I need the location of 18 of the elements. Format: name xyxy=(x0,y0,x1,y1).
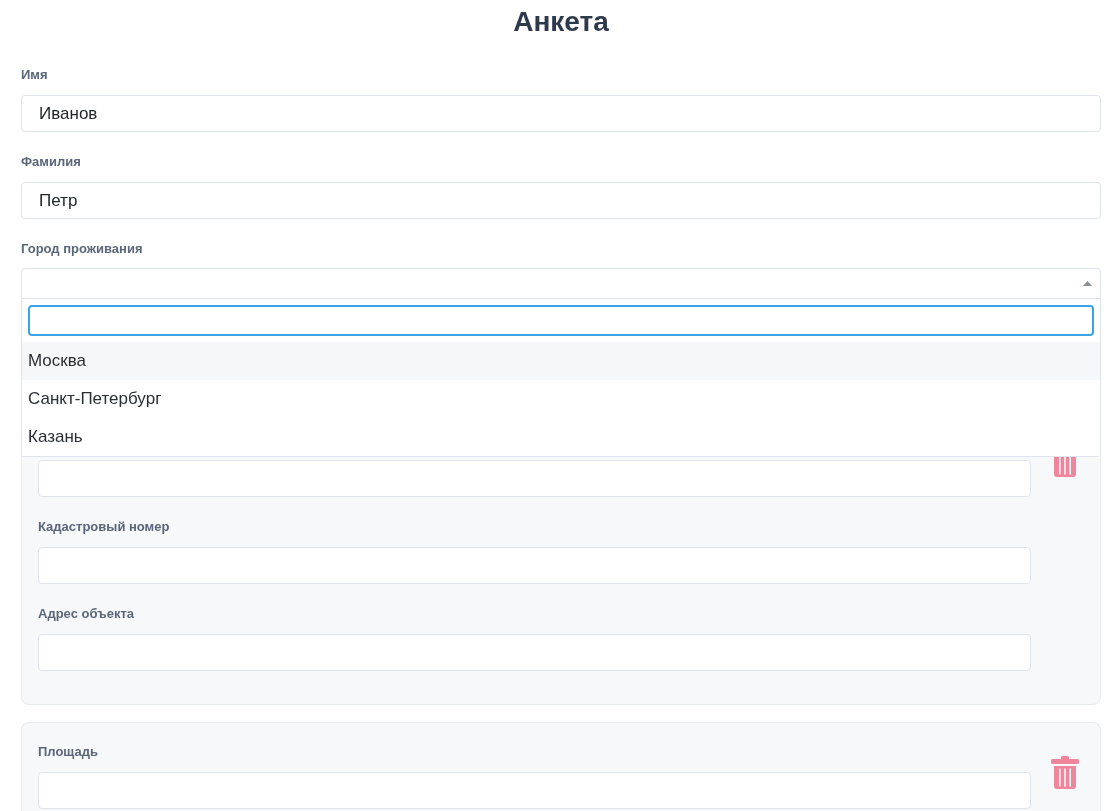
dropdown-option[interactable]: Москва xyxy=(22,342,1100,380)
field-label: Адрес объекта xyxy=(38,606,136,622)
caret-icon xyxy=(1083,281,1092,286)
input-field[interactable] xyxy=(38,772,1031,809)
input-field[interactable] xyxy=(38,547,1031,584)
input-field[interactable]: Петр xyxy=(21,182,1101,219)
input-field[interactable] xyxy=(38,460,1031,497)
field-label: Кадастровый номер xyxy=(38,519,171,535)
input-field[interactable]: Иванов xyxy=(21,95,1101,132)
page-title: Анкета xyxy=(513,5,609,39)
field-label: Город проживания xyxy=(21,241,144,257)
input-field[interactable] xyxy=(38,634,1031,671)
field-label: Имя xyxy=(21,67,49,83)
field-label: Фамилия xyxy=(21,154,82,170)
search-field[interactable] xyxy=(28,305,1094,336)
field-label: Площадь xyxy=(38,744,99,760)
select-field[interactable] xyxy=(21,268,1101,299)
trash-icon[interactable] xyxy=(1051,756,1079,789)
